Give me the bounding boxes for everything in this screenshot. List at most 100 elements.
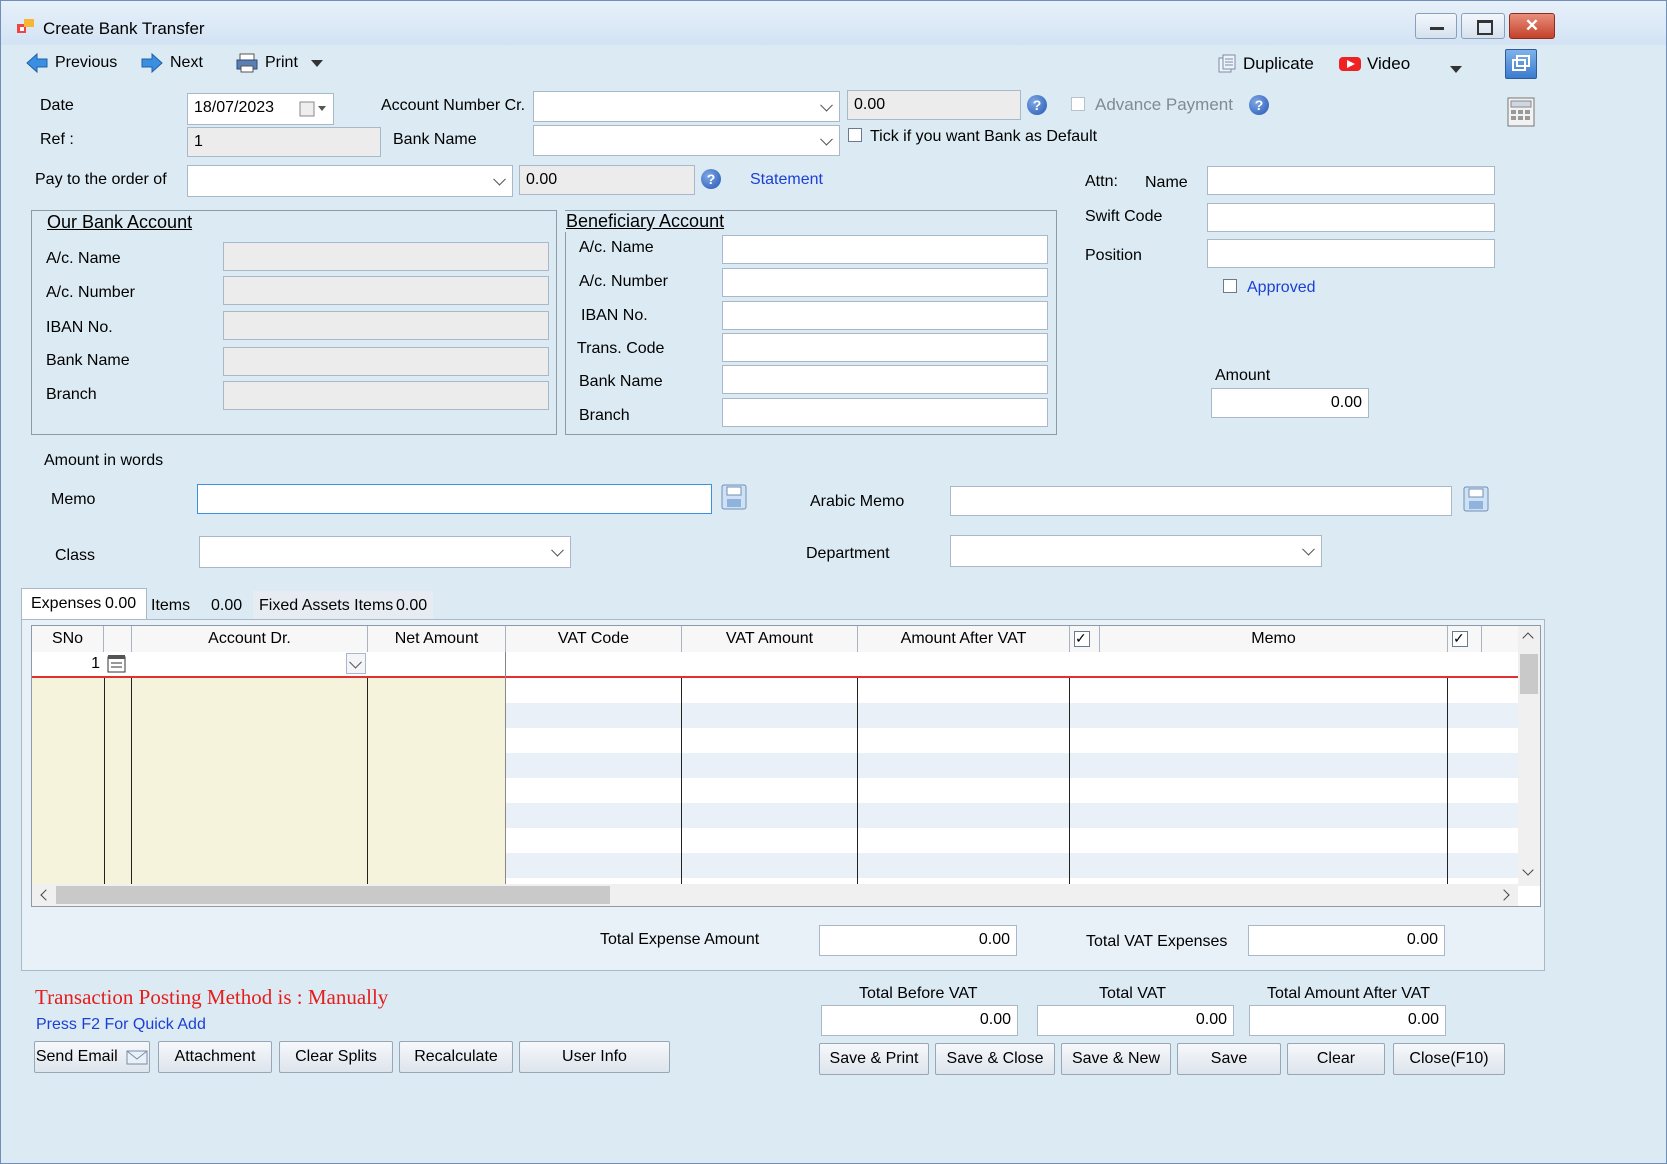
chevron-down-icon: [493, 172, 506, 186]
video-play-icon: [1339, 57, 1361, 71]
ben-bank-name-field[interactable]: [722, 365, 1048, 394]
swift-code-field[interactable]: [1207, 203, 1495, 232]
dropdown-button[interactable]: [346, 653, 366, 674]
scroll-left-icon[interactable]: [40, 889, 52, 901]
tab-fixed-assets-items[interactable]: Fixed Assets Items 0.00: [253, 591, 433, 619]
col-divider: [857, 678, 858, 886]
class-combo[interactable]: [199, 536, 571, 568]
col-header-vat-amount[interactable]: VAT Amount: [682, 626, 858, 652]
posting-method-text: Transaction Posting Method is : Manually: [35, 985, 389, 1009]
save-new-button[interactable]: Save & New: [1061, 1043, 1171, 1075]
vertical-scrollbar[interactable]: [1518, 626, 1540, 886]
save-close-button[interactable]: Save & Close: [935, 1043, 1055, 1075]
recalculate-button[interactable]: Recalculate: [399, 1041, 513, 1073]
save-button[interactable]: Save: [1177, 1043, 1281, 1075]
approved-checkbox[interactable]: [1223, 279, 1237, 293]
arabic-memo-field[interactable]: [950, 486, 1452, 516]
previous-button[interactable]: Previous: [25, 52, 117, 74]
row-note-icon[interactable]: [106, 654, 128, 679]
horizontal-scrollbar[interactable]: [32, 884, 1518, 906]
floppy-disk-icon: [721, 484, 747, 510]
calculator-icon[interactable]: [1507, 97, 1535, 132]
account-amount-value: 0.00: [854, 96, 886, 113]
amount-field[interactable]: 0.00: [1211, 388, 1369, 418]
col-divider: [131, 678, 132, 886]
scroll-up-icon[interactable]: [1522, 632, 1534, 644]
date-picker[interactable]: 18/07/2023: [187, 93, 334, 125]
table-row[interactable]: 1: [32, 652, 1518, 678]
video-button[interactable]: Video: [1339, 54, 1410, 74]
memo-save-button[interactable]: [720, 483, 748, 516]
ben-trans-code-field[interactable]: [722, 333, 1048, 362]
arabic-memo-save-button[interactable]: [1462, 485, 1490, 518]
maximize-button[interactable]: [1461, 13, 1505, 39]
close-button[interactable]: Close(F10): [1393, 1043, 1505, 1075]
more-options-dropdown[interactable]: [1449, 61, 1463, 79]
ben-ac-name-field[interactable]: [722, 235, 1048, 264]
save-print-button[interactable]: Save & Print: [819, 1043, 929, 1075]
memo-field[interactable]: [197, 484, 712, 514]
clear-button[interactable]: Clear: [1287, 1043, 1385, 1075]
bank-name-combo[interactable]: [533, 125, 840, 156]
close-window-button[interactable]: ✕: [1509, 13, 1555, 39]
next-button[interactable]: Next: [140, 52, 203, 74]
ben-branch-field[interactable]: [722, 398, 1048, 427]
clear-splits-button[interactable]: Clear Splits: [279, 1041, 393, 1073]
clear-splits-label: Clear Splits: [295, 1048, 377, 1065]
our-branch-label: Branch: [46, 386, 97, 403]
tab-items-amount: 0.00: [211, 597, 243, 614]
department-combo[interactable]: [950, 535, 1322, 567]
statement-link[interactable]: Statement: [750, 171, 823, 189]
scroll-right-icon[interactable]: [1498, 889, 1510, 901]
notepad-icon: [107, 655, 126, 673]
total-vat-expenses-label: Total VAT Expenses: [1086, 933, 1228, 950]
col-header-account-dr[interactable]: Account Dr.: [132, 626, 368, 652]
account-number-cr-combo[interactable]: [533, 91, 840, 122]
ref-field[interactable]: 1: [187, 127, 381, 157]
print-button[interactable]: Print: [235, 52, 324, 74]
col-header-after-vat-check[interactable]: ✓: [1070, 626, 1100, 652]
ben-iban-field[interactable]: [722, 301, 1048, 330]
our-bank-name-label: Bank Name: [46, 352, 130, 369]
chevron-down-icon: [820, 132, 833, 146]
restore-layout-button[interactable]: [1505, 49, 1537, 79]
user-info-button[interactable]: User Info: [519, 1041, 670, 1073]
default-bank-checkbox[interactable]: [848, 128, 862, 142]
scroll-down-icon[interactable]: [1522, 864, 1534, 876]
attachment-button[interactable]: Attachment: [158, 1041, 272, 1073]
close-icon: ✕: [1524, 16, 1540, 35]
col-header-memo[interactable]: Memo: [1100, 626, 1448, 652]
pay-to-combo[interactable]: [187, 165, 513, 197]
pay-to-amount-value: 0.00: [526, 171, 558, 188]
advance-payment-checkbox[interactable]: [1071, 97, 1085, 111]
minimize-button[interactable]: [1415, 13, 1457, 39]
position-field[interactable]: [1207, 239, 1495, 268]
row-account-dr-combo[interactable]: [132, 652, 368, 676]
arabic-memo-label: Arabic Memo: [810, 493, 905, 510]
horizontal-scroll-thumb[interactable]: [56, 886, 610, 904]
tab-fixed-assets-amount: 0.00: [396, 597, 428, 614]
col-header-vat-code[interactable]: VAT Code: [506, 626, 682, 652]
our-ac-number-field: [223, 276, 549, 305]
attn-name-field[interactable]: [1207, 166, 1495, 195]
col-header-memo-check[interactable]: ✓: [1448, 626, 1482, 652]
printer-icon: [236, 53, 258, 73]
col-header-amount-after-vat[interactable]: Amount After VAT: [858, 626, 1070, 652]
col-header-sno[interactable]: SNo: [32, 626, 104, 652]
title-bar: Create Bank Transfer ✕: [1, 1, 1666, 45]
total-after-vat-label: Total Amount After VAT: [1267, 985, 1431, 1002]
tab-items[interactable]: Items 0.00: [147, 591, 251, 619]
help-icon[interactable]: ?: [1027, 95, 1047, 115]
amount-value: 0.00: [1330, 394, 1362, 411]
help-icon[interactable]: ?: [1249, 95, 1269, 115]
tab-expenses[interactable]: Expenses 0.00: [21, 588, 147, 620]
col-header-net-amount[interactable]: Net Amount: [368, 626, 506, 652]
our-branch-field: [223, 381, 549, 410]
send-email-button[interactable]: Send Email: [34, 1041, 150, 1073]
help-icon[interactable]: ?: [701, 169, 721, 189]
vertical-scroll-thumb[interactable]: [1520, 654, 1538, 694]
duplicate-button[interactable]: Duplicate: [1217, 54, 1314, 74]
position-label: Position: [1085, 247, 1142, 264]
ben-ac-number-field[interactable]: [722, 268, 1048, 297]
clear-label: Clear: [1316, 1050, 1356, 1067]
